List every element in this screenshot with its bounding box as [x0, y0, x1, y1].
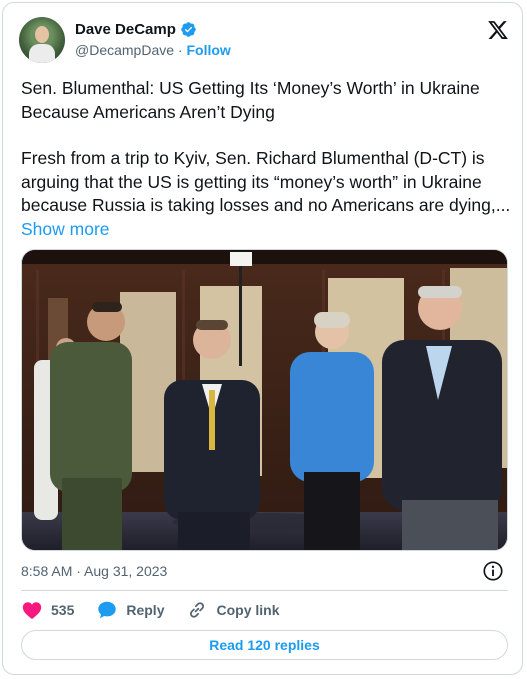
separator-dot: ·	[177, 42, 183, 58]
tweet-header: Dave DeCamp @DecampDave · Follow	[19, 17, 509, 67]
action-bar: 535 Reply Copy link	[21, 597, 302, 623]
tweet-body: Fresh from a trip to Kyiv, Sen. Richard …	[21, 147, 511, 241]
author-handle[interactable]: @DecampDave	[75, 42, 174, 58]
like-count: 535	[51, 602, 75, 618]
author-handle-row: @DecampDave · Follow	[75, 42, 231, 58]
read-replies-label: Read 120 replies	[209, 637, 320, 653]
tweet-timestamp[interactable]: 8:58 AM · Aug 31, 2023	[21, 563, 167, 579]
author-name-row: Dave DeCamp	[75, 21, 197, 38]
tweet-body-text: Fresh from a trip to Kyiv, Sen. Richard …	[21, 148, 511, 215]
info-icon[interactable]	[482, 560, 504, 582]
verified-badge-icon	[181, 22, 196, 37]
author-name[interactable]: Dave DeCamp	[75, 21, 176, 38]
reply-button[interactable]: Reply	[96, 599, 164, 621]
copy-link-button[interactable]: Copy link	[186, 599, 280, 621]
follow-button[interactable]: Follow	[186, 42, 230, 58]
photo-scene	[22, 250, 507, 550]
read-replies-button[interactable]: Read 120 replies	[21, 630, 508, 660]
avatar[interactable]	[19, 17, 65, 63]
like-button[interactable]: 535	[21, 599, 74, 621]
show-more-link[interactable]: Show more	[21, 219, 110, 239]
x-logo-icon[interactable]	[487, 19, 509, 41]
reply-label: Reply	[126, 602, 165, 618]
heart-icon	[22, 602, 42, 619]
speech-bubble-icon	[98, 601, 117, 619]
tweet-photo[interactable]	[21, 249, 508, 551]
divider	[21, 590, 508, 591]
copy-link-label: Copy link	[216, 602, 280, 618]
tweet-text: Sen. Blumenthal: US Getting Its ‘Money’s…	[21, 77, 511, 241]
tweet-headline: Sen. Blumenthal: US Getting Its ‘Money’s…	[21, 78, 480, 122]
tweet-card: Dave DeCamp @DecampDave · Follow Sen. Bl…	[2, 2, 523, 675]
link-icon	[190, 602, 205, 618]
